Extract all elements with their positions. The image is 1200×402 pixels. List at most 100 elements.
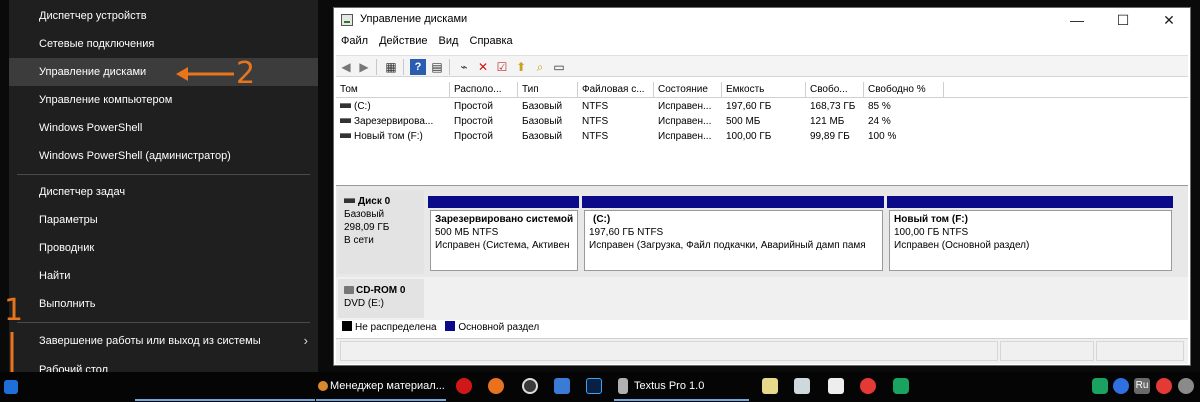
column-header-capacity[interactable]: Емкость xyxy=(722,82,806,98)
taskbar-active-indicator xyxy=(135,399,315,401)
chrome-icon[interactable] xyxy=(860,378,876,394)
menu-item-powershell-admin[interactable]: Windows PowerShell (администратор) xyxy=(9,142,318,170)
search-icon[interactable]: ⌕ xyxy=(532,59,548,75)
textus-pro-icon[interactable] xyxy=(618,378,628,394)
partition-c[interactable]: (C:) 197,60 ГБ NTFS Исправен (Загрузка, … xyxy=(584,210,883,271)
menu-item-disk-management[interactable]: Управление дисками xyxy=(9,58,318,86)
menu-item-device-manager[interactable]: Диспетчер устройств xyxy=(9,2,318,30)
opera-icon[interactable] xyxy=(456,378,472,394)
properties-icon[interactable]: ▤ xyxy=(429,59,445,75)
column-header-type[interactable]: Тип xyxy=(518,82,578,98)
partition-bar-primary xyxy=(428,196,579,208)
taskbar-item-materials-manager[interactable]: Менеджер материал... xyxy=(330,380,445,392)
green-app-icon[interactable] xyxy=(893,378,909,394)
disk-type: Базовый xyxy=(344,209,385,220)
table-cell: Исправен... xyxy=(658,131,712,142)
delete-icon[interactable]: ✕ xyxy=(475,59,491,75)
disk-0-label[interactable]: Диск 0 Базовый 298,09 ГБ В сети xyxy=(338,190,424,274)
menu-item-task-manager[interactable]: Диспетчер задач xyxy=(9,178,318,206)
legend-swatch-primary xyxy=(445,321,456,332)
taskbar-item-textus-pro[interactable]: Textus Pro 1.0 xyxy=(634,380,704,392)
table-row[interactable]: Зарезервирова... Простой Базовый NTFS Ис… xyxy=(336,114,1188,129)
forward-arrow-icon[interactable]: ▶ xyxy=(356,59,372,75)
table-cell: Исправен... xyxy=(658,116,712,127)
table-cell: Базовый xyxy=(522,101,563,112)
volume-list-header: Том Располо... Тип Файловая с... Состоян… xyxy=(336,82,1188,98)
table-cell: 168,73 ГБ xyxy=(810,101,856,112)
menu-item-explorer[interactable]: Проводник xyxy=(9,234,318,262)
column-header-volume[interactable]: Том xyxy=(336,82,450,98)
legend-primary: Основной раздел xyxy=(458,322,540,333)
partition-size: 197,60 ГБ NTFS xyxy=(589,227,664,238)
toolbar-separator xyxy=(449,59,450,75)
sync-icon[interactable] xyxy=(522,378,538,394)
menu-item-shutdown[interactable]: Завершение работы или выход из системы › xyxy=(9,327,318,355)
column-header-layout[interactable]: Располо... xyxy=(450,82,518,98)
text-editor-icon[interactable] xyxy=(828,378,844,394)
console-tree-icon[interactable]: ▦ xyxy=(383,59,399,75)
document-app-icon[interactable] xyxy=(554,378,570,394)
menu-item-search[interactable]: Найти xyxy=(9,262,318,290)
table-cell: 99,89 ГБ xyxy=(810,131,850,142)
maximize-button[interactable]: ☐ xyxy=(1100,8,1146,32)
partition-size: 500 МБ NTFS xyxy=(435,227,499,238)
spreadsheet-icon[interactable] xyxy=(794,378,810,394)
menu-help[interactable]: Справка xyxy=(470,35,513,47)
tray-app-icon[interactable] xyxy=(1092,378,1108,394)
menu-action[interactable]: Действие xyxy=(379,35,427,47)
menu-view[interactable]: Вид xyxy=(439,35,459,47)
connect-icon[interactable]: ⌁ xyxy=(456,59,472,75)
tray-blue-icon[interactable] xyxy=(1113,378,1129,394)
close-button[interactable]: ✕ xyxy=(1146,8,1192,32)
menu-separator xyxy=(17,322,310,323)
start-button-icon[interactable] xyxy=(4,380,18,394)
firefox-icon[interactable] xyxy=(488,378,504,394)
toolbar: ◀ ▶ ▦ ? ▤ ⌁ ✕ ☑ ⬆ ⌕ ▭ xyxy=(336,55,1188,77)
tray-chrome-icon[interactable] xyxy=(1156,378,1172,394)
list-view-icon[interactable]: ▭ xyxy=(551,59,567,75)
tray-extra-icon[interactable] xyxy=(1178,378,1194,394)
column-header-status[interactable]: Состояние xyxy=(654,82,722,98)
table-row[interactable]: Новый том (F:) Простой Базовый NTFS Испр… xyxy=(336,129,1188,144)
title-bar[interactable]: Управление дисками — ☐ ✕ xyxy=(334,8,1190,32)
menu-item-settings[interactable]: Параметры xyxy=(9,206,318,234)
photoshop-icon[interactable] xyxy=(586,378,602,394)
menu-item-computer-management[interactable]: Управление компьютером xyxy=(9,86,318,114)
help-icon[interactable]: ? xyxy=(410,59,426,75)
table-cell: 100,00 ГБ xyxy=(726,131,772,142)
partition-state: Исправен (Основной раздел) xyxy=(894,240,1030,251)
disk-graphical-view: Диск 0 Базовый 298,09 ГБ В сети Зарезерв… xyxy=(336,185,1188,320)
notes-icon[interactable] xyxy=(762,378,778,394)
checklist-icon[interactable]: ☑ xyxy=(494,59,510,75)
cdrom-0-label[interactable]: CD-ROM 0 DVD (E:) xyxy=(338,279,424,318)
annotation-number-2: 2 xyxy=(236,56,256,91)
partition-bar-primary xyxy=(887,196,1173,208)
export-icon[interactable]: ⬆ xyxy=(513,59,529,75)
menu-file[interactable]: Файл xyxy=(341,35,368,47)
minimize-button[interactable]: — xyxy=(1054,8,1100,32)
status-segment xyxy=(1000,341,1094,361)
column-header-free-space[interactable]: Свобо... xyxy=(806,82,864,98)
disk-name: Диск 0 xyxy=(358,196,391,207)
menu-item-powershell[interactable]: Windows PowerShell xyxy=(9,114,318,142)
table-cell: Простой xyxy=(454,101,493,112)
table-cell: Исправен... xyxy=(658,101,712,112)
table-row[interactable]: (C:) Простой Базовый NTFS Исправен... 19… xyxy=(336,99,1188,114)
menu-bar: Файл Действие Вид Справка xyxy=(334,35,514,53)
tray-ru-icon[interactable]: Ru xyxy=(1134,378,1150,394)
cdrom-name: CD-ROM 0 xyxy=(356,285,406,296)
partition-system-reserved[interactable]: Зарезервировано системой 500 МБ NTFS Исп… xyxy=(430,210,578,271)
app-icon[interactable] xyxy=(318,381,328,391)
cdrom-icon xyxy=(344,286,354,295)
menu-item-network-connections[interactable]: Сетевые подключения xyxy=(9,30,318,58)
partition-title: Зарезервировано системой xyxy=(435,214,574,225)
volume-name: (C:) xyxy=(354,101,371,112)
column-header-filesystem[interactable]: Файловая с... xyxy=(578,82,654,98)
chevron-right-icon: › xyxy=(303,333,308,348)
legend-swatch-unallocated xyxy=(342,321,352,332)
partition-f[interactable]: Новый том (F:) 100,00 ГБ NTFS Исправен (… xyxy=(889,210,1172,271)
column-header-percent-free[interactable]: Свободно % xyxy=(864,82,944,98)
menu-item-run[interactable]: Выполнить xyxy=(9,290,318,318)
window-title: Управление дисками xyxy=(360,13,468,25)
back-arrow-icon[interactable]: ◀ xyxy=(338,59,354,75)
